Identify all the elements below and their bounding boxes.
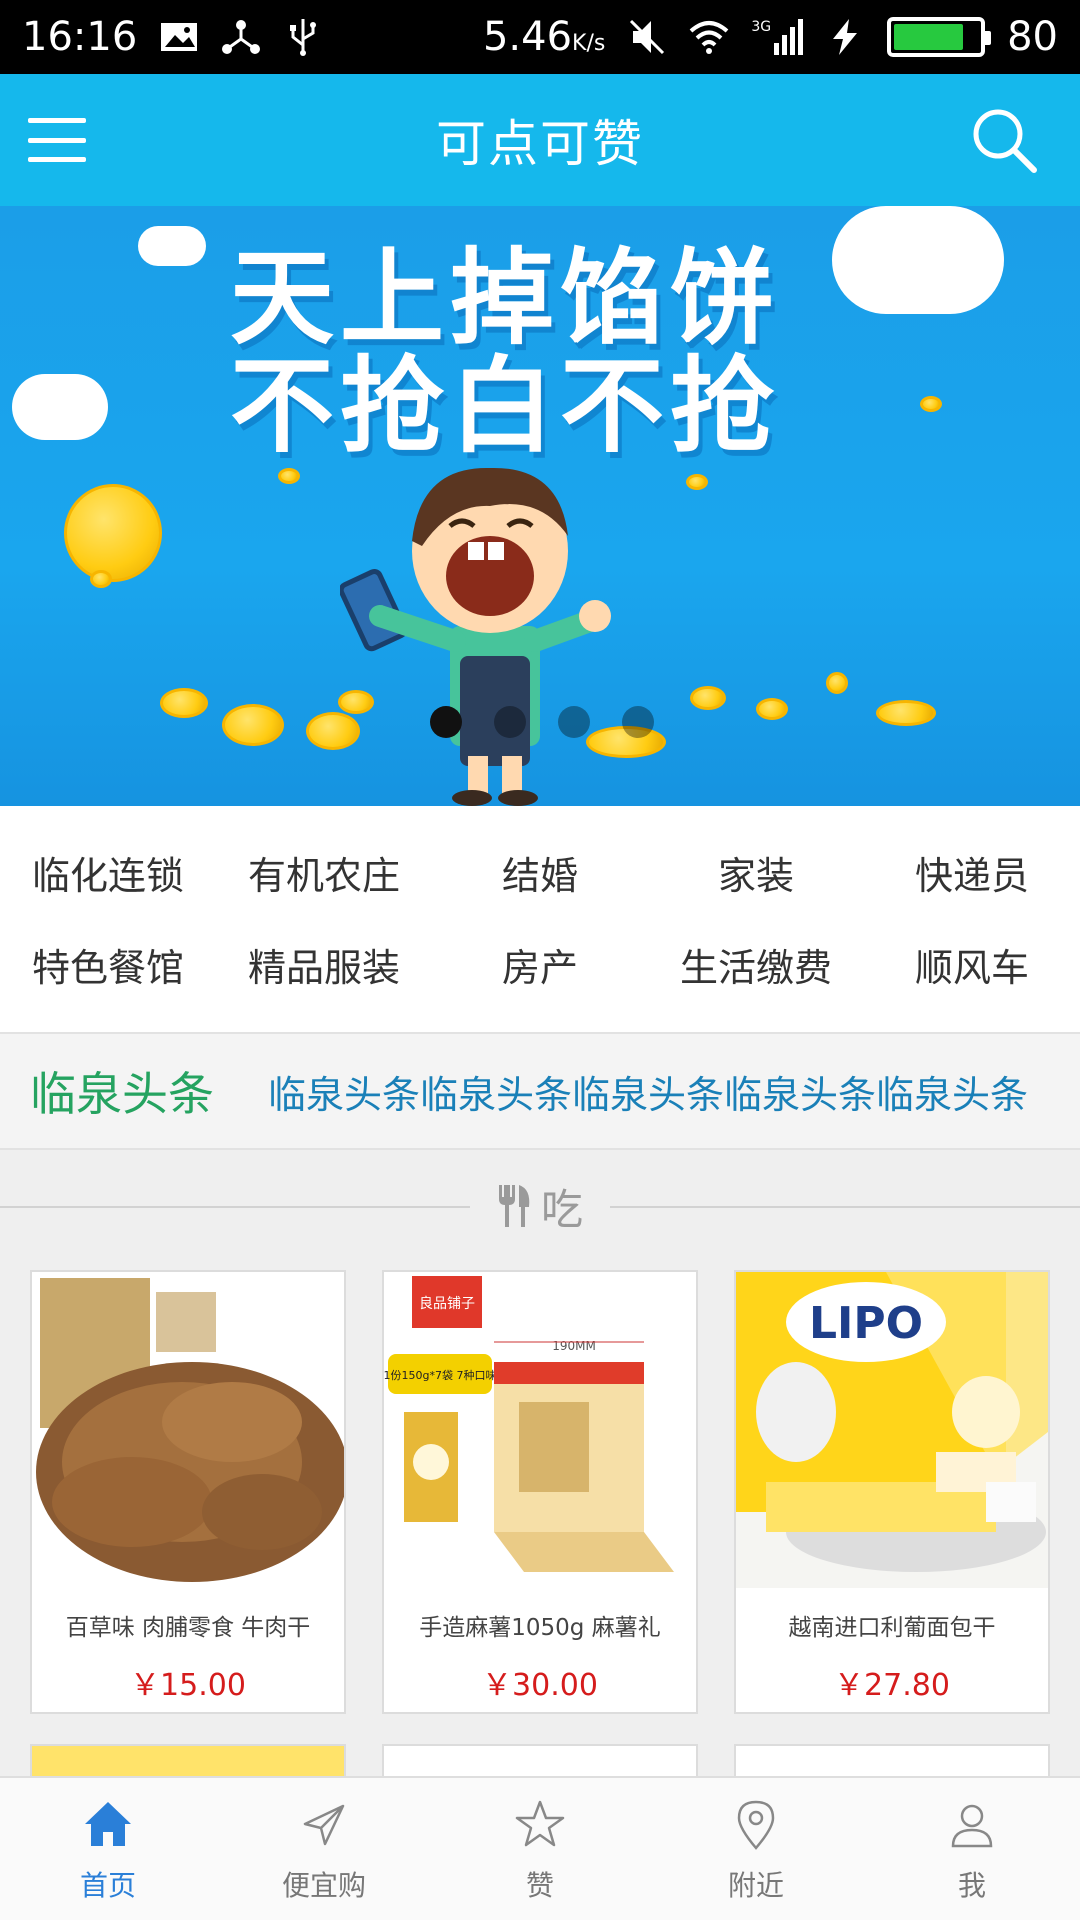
category-item[interactable]: 临化连锁 [0, 826, 216, 918]
coin-decoration [64, 484, 162, 582]
tab-label: 我 [957, 1869, 986, 1902]
product-name: 手造麻薯1050g 麻薯礼 [419, 1615, 661, 1641]
cloud-decoration [12, 374, 108, 440]
product-card[interactable]: LIPO 越南进口利葡面包干 ￥27.80 [734, 1270, 1050, 1714]
image-icon [161, 23, 198, 51]
user-icon [951, 1804, 993, 1848]
carousel-dot[interactable] [558, 706, 590, 738]
svg-text:良品铺子: 良品铺子 [419, 1296, 475, 1312]
section-title-text: 吃 [540, 1184, 583, 1234]
tab-label: 附近 [727, 1869, 784, 1902]
carousel-dot[interactable] [622, 706, 654, 738]
tab-label: 赞 [525, 1869, 554, 1902]
share-icon [222, 20, 261, 54]
coin-decoration [690, 686, 726, 710]
coin-decoration [826, 672, 848, 694]
category-item[interactable]: 精品服装 [216, 918, 432, 1010]
section-header-eat: 吃 [0, 1176, 1080, 1236]
category-item[interactable]: 有机农庄 [216, 826, 432, 918]
wifi-icon [690, 21, 729, 54]
product-grid: 百草味 肉脯零食 牛肉干 ￥15.00 良品铺子 1份150g*7袋 7种口味 … [30, 1270, 1050, 1784]
usb-icon [290, 19, 317, 56]
banner-headline: 天上掉馅饼 不抢白不抢 [230, 237, 781, 467]
tab-label: 首页 [79, 1869, 136, 1902]
tab-like[interactable]: 赞 [432, 1778, 648, 1920]
status-bar: 16:16 5.46K/s 3G 80 [0, 0, 1080, 74]
location-pin-icon [737, 1800, 775, 1850]
product-card[interactable]: 百草味 肉脯零食 牛肉干 ￥15.00 [30, 1270, 346, 1714]
product-image: LIPO [736, 1272, 1048, 1588]
status-time: 16:16 [22, 14, 138, 60]
cartoon-character [340, 467, 611, 806]
coin-decoration [686, 474, 708, 490]
category-item[interactable]: 特色餐馆 [0, 918, 216, 1010]
coin-decoration [756, 698, 788, 720]
svg-text:190MM: 190MM [552, 1339, 596, 1353]
tab-me[interactable]: 我 [864, 1778, 1080, 1920]
category-item[interactable]: 生活缴费 [648, 918, 864, 1010]
coin-decoration [160, 688, 208, 718]
tab-home[interactable]: 首页 [0, 1778, 216, 1920]
coin-decoration [278, 468, 300, 484]
news-ticker-text[interactable]: 临泉头条临泉头条临泉头条临泉头条临泉头条 [268, 1064, 1028, 1119]
charging-icon [833, 19, 858, 55]
carousel-dot[interactable] [494, 706, 526, 738]
product-name: 越南进口利葡面包干 [788, 1615, 996, 1641]
svg-text:LIPO: LIPO [809, 1298, 923, 1349]
mute-icon [630, 19, 665, 55]
coin-decoration [920, 396, 942, 412]
tab-nearby[interactable]: 附近 [648, 1778, 864, 1920]
category-item[interactable]: 结婚 [432, 826, 648, 918]
cloud-decoration [832, 206, 1004, 314]
app-title: 可点可赞 [436, 115, 644, 173]
battery-percent: 80 [1007, 14, 1058, 60]
product-price: ￥15.00 [130, 1668, 246, 1703]
tab-cheap-buy[interactable]: 便宜购 [216, 1778, 432, 1920]
bottom-tab-bar: 首页 便宜购 赞 附近 我 [0, 1776, 1080, 1920]
coin-decoration [222, 704, 284, 746]
network-type: 3G [751, 19, 804, 55]
carousel-indicator[interactable] [430, 706, 654, 738]
product-price: ￥27.80 [834, 1668, 950, 1703]
cloud-decoration [138, 226, 206, 266]
product-image [32, 1272, 344, 1588]
app-bar: 可点可赞 [0, 74, 1080, 206]
paper-plane-icon [303, 1804, 345, 1846]
coin-decoration [876, 700, 936, 726]
news-ticker-label: 临泉头条 [30, 1067, 214, 1121]
news-ticker[interactable]: 临泉头条 临泉头条临泉头条临泉头条临泉头条临泉头条 [0, 1032, 1080, 1150]
fork-knife-icon [498, 1185, 530, 1227]
menu-icon[interactable] [28, 118, 86, 162]
category-item[interactable]: 家装 [648, 826, 864, 918]
coin-decoration [90, 570, 112, 588]
product-image: 良品铺子 1份150g*7袋 7种口味 190MM [384, 1272, 696, 1588]
tab-label: 便宜购 [281, 1869, 366, 1902]
svg-text:1份150g*7袋 7种口味: 1份150g*7袋 7种口味 [384, 1368, 496, 1382]
category-item[interactable]: 顺风车 [864, 918, 1080, 1010]
home-icon [85, 1802, 131, 1846]
search-icon[interactable] [968, 104, 1040, 176]
net-speed: 5.46K/s [482, 14, 606, 60]
carousel-dot[interactable] [430, 706, 462, 738]
product-name: 百草味 肉脯零食 牛肉干 [65, 1615, 311, 1641]
product-price: ￥30.00 [482, 1668, 598, 1703]
product-card[interactable]: 良品铺子 1份150g*7袋 7种口味 190MM 手造麻薯1050g 麻薯礼 … [382, 1270, 698, 1714]
category-item[interactable]: 快递员 [864, 826, 1080, 918]
category-item[interactable]: 房产 [432, 918, 648, 1010]
star-icon [515, 1800, 565, 1847]
battery-icon [887, 17, 992, 57]
promo-banner[interactable]: 天上掉馅饼 不抢白不抢 [0, 206, 1080, 806]
category-grid: 临化连锁 有机农庄 结婚 家装 快递员特色餐馆 精品服装 房产 生活缴费 顺风车 [0, 806, 1080, 1032]
battery-level [894, 24, 963, 50]
